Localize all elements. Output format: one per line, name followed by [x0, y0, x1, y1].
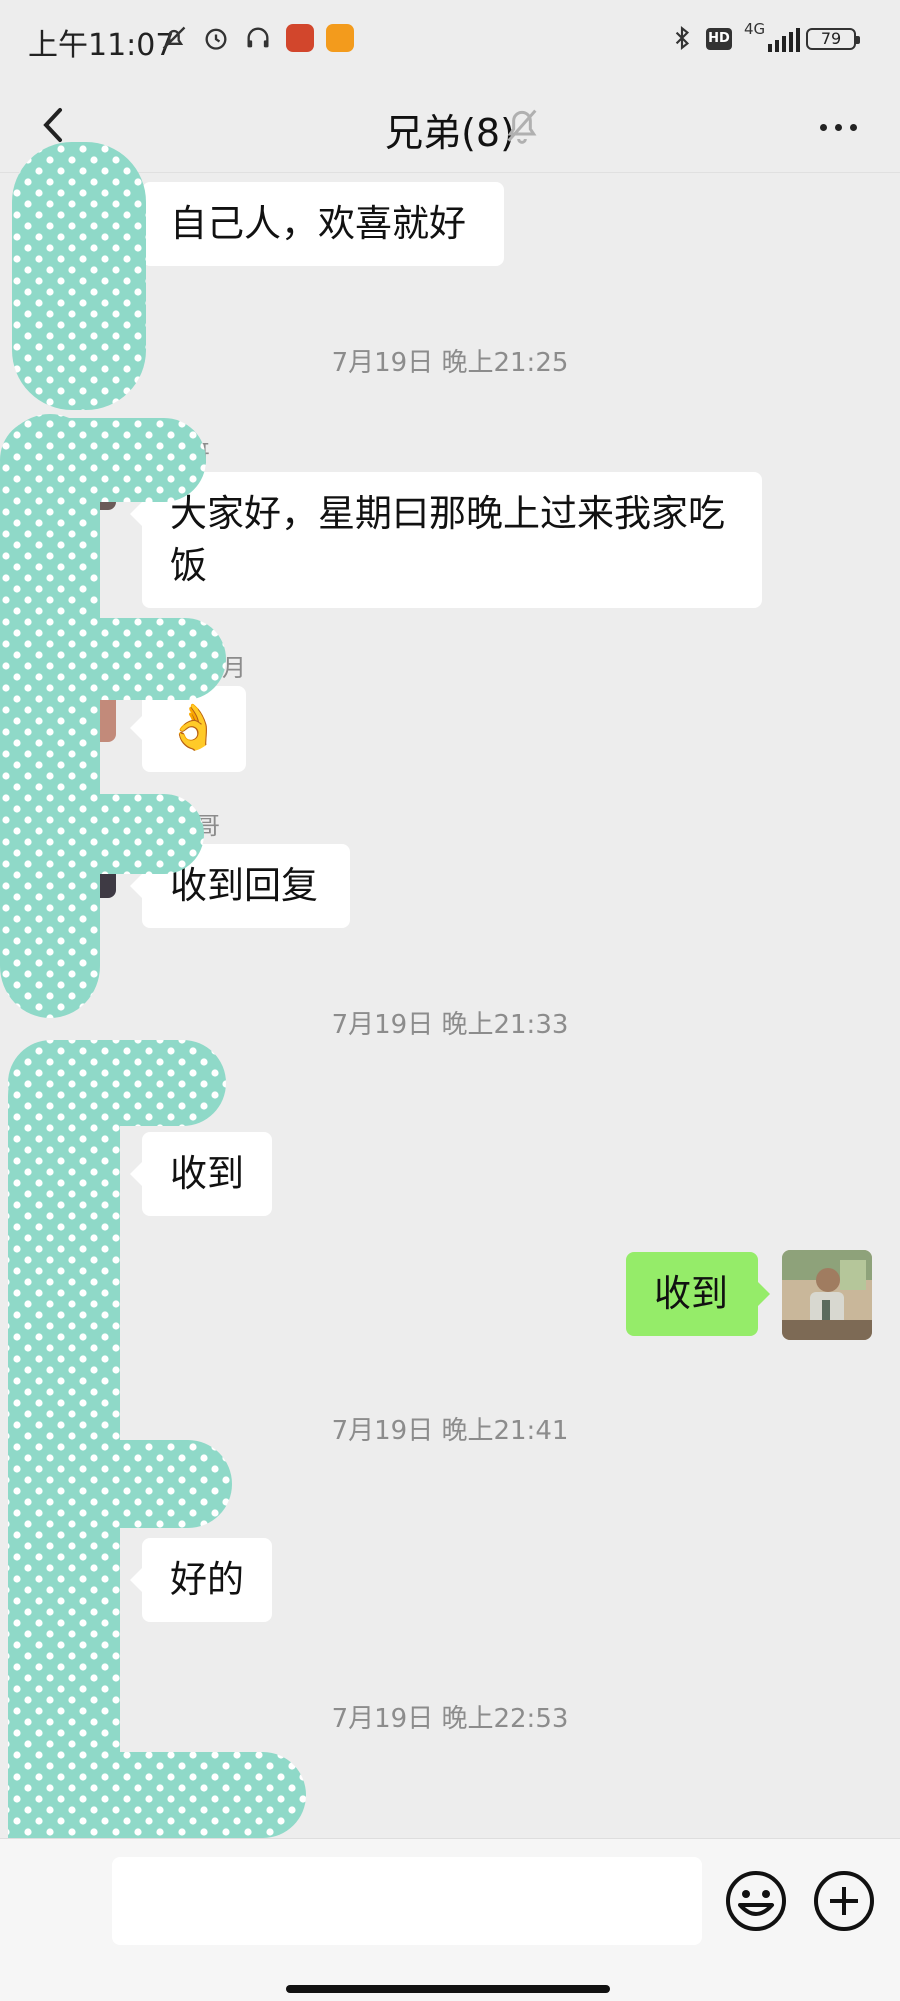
message-timestamp: 7月19日 晚上22:53 — [331, 1704, 569, 1734]
avatar[interactable] — [26, 1094, 116, 1184]
message-bubble[interactable]: 收到 — [130, 1132, 272, 1216]
music-app-icon — [286, 24, 314, 52]
message-text: 好的 — [170, 1558, 244, 1601]
notes-app-icon — [326, 24, 354, 52]
message-bubble[interactable]: 大家好，星期曰那晚上过来我家吃饭 — [130, 472, 762, 608]
smiley-icon — [726, 1871, 786, 1931]
input-bar — [0, 1838, 900, 2001]
battery-level: 79 — [806, 28, 860, 50]
message-text: 收到回复 — [170, 864, 318, 907]
chat-header: 兄弟(8) — [0, 80, 900, 173]
status-time: 上午11:07 — [28, 28, 175, 63]
message-bubble[interactable]: 👌 — [130, 686, 246, 772]
home-indicator[interactable] — [286, 1985, 610, 1993]
message-text: 自己人，欢喜就好 — [170, 202, 466, 245]
alarm-icon — [200, 22, 232, 54]
sender-name: 哥 — [186, 440, 210, 468]
sender-name: 月 — [222, 654, 246, 682]
message-timestamp: 7月19日 晚上21:41 — [331, 1416, 569, 1446]
emoji-button[interactable] — [724, 1869, 788, 1933]
message-bubble[interactable]: 自己人，欢喜就好 — [130, 182, 504, 266]
ok-hand-emoji: 👌 — [166, 702, 221, 753]
hd-icon: HD — [706, 28, 732, 50]
sender-name: 哥 — [196, 812, 220, 840]
signal-icon — [768, 26, 800, 52]
message-input[interactable] — [112, 1857, 702, 1945]
plus-circle-icon — [814, 1871, 874, 1931]
network-type: 4G — [744, 20, 766, 38]
avatar[interactable] — [26, 652, 116, 742]
message-timestamp: 7月19日 晚上21:25 — [331, 348, 569, 378]
more-dots-icon — [819, 123, 827, 131]
own-avatar[interactable] — [782, 1250, 872, 1340]
message-text: 收到 — [654, 1272, 728, 1315]
avatar[interactable] — [26, 168, 116, 258]
chat-title: 兄弟(8) — [385, 111, 515, 155]
plus-button[interactable] — [812, 1869, 876, 1933]
avatar[interactable] — [26, 808, 116, 898]
status-bar: 上午11:07 HD 4G 79 — [0, 0, 900, 80]
bluetooth-icon — [666, 22, 698, 54]
headphones-icon — [242, 22, 274, 54]
avatar[interactable] — [26, 420, 116, 510]
avatar[interactable] — [26, 1500, 116, 1590]
message-bubble[interactable]: 收到回复 — [130, 844, 350, 928]
message-bubble[interactable]: 好的 — [130, 1538, 272, 1622]
bell-off-icon — [502, 102, 542, 146]
message-text: 大家好，星期曰那晚上过来我家吃饭 — [170, 492, 725, 587]
own-message-bubble[interactable]: 收到 — [626, 1252, 770, 1336]
message-text: 收到 — [170, 1152, 244, 1195]
bell-off-icon — [158, 22, 190, 54]
more-button[interactable] — [808, 102, 868, 152]
message-timestamp: 7月19日 晚上21:33 — [331, 1010, 569, 1040]
